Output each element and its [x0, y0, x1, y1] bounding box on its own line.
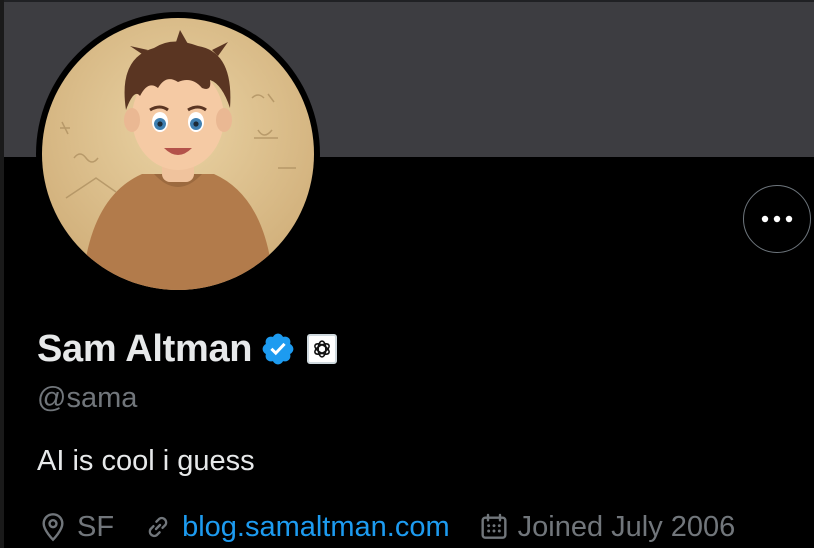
joined-date-text: Joined July 2006: [517, 510, 736, 543]
more-options-button[interactable]: [743, 185, 811, 253]
profile-meta-row: SF blog.samaltman.com Joined July 2006: [37, 506, 735, 548]
avatar-illustration: [42, 18, 314, 290]
username-handle: @sama: [37, 382, 138, 414]
link-icon: [148, 516, 168, 538]
joined-item: Joined July 2006: [478, 510, 736, 544]
bio-text: AI is cool i guess: [37, 445, 255, 477]
name-row: Sam Altman: [37, 324, 338, 374]
avatar-frame[interactable]: [36, 12, 320, 296]
more-options-icon: [761, 215, 793, 223]
location-text: SF: [77, 510, 115, 543]
calendar-icon: [481, 513, 507, 539]
website-link[interactable]: blog.samaltman.com: [182, 511, 450, 544]
verified-badge-icon[interactable]: [260, 331, 296, 367]
location-item: SF: [37, 511, 114, 544]
website-item[interactable]: blog.samaltman.com: [142, 511, 450, 544]
affiliate-badge[interactable]: [307, 334, 338, 364]
avatar[interactable]: [42, 18, 314, 290]
openai-logo-icon: [314, 340, 331, 358]
display-name: Sam Altman: [37, 327, 253, 370]
location-pin-icon: [42, 513, 64, 542]
